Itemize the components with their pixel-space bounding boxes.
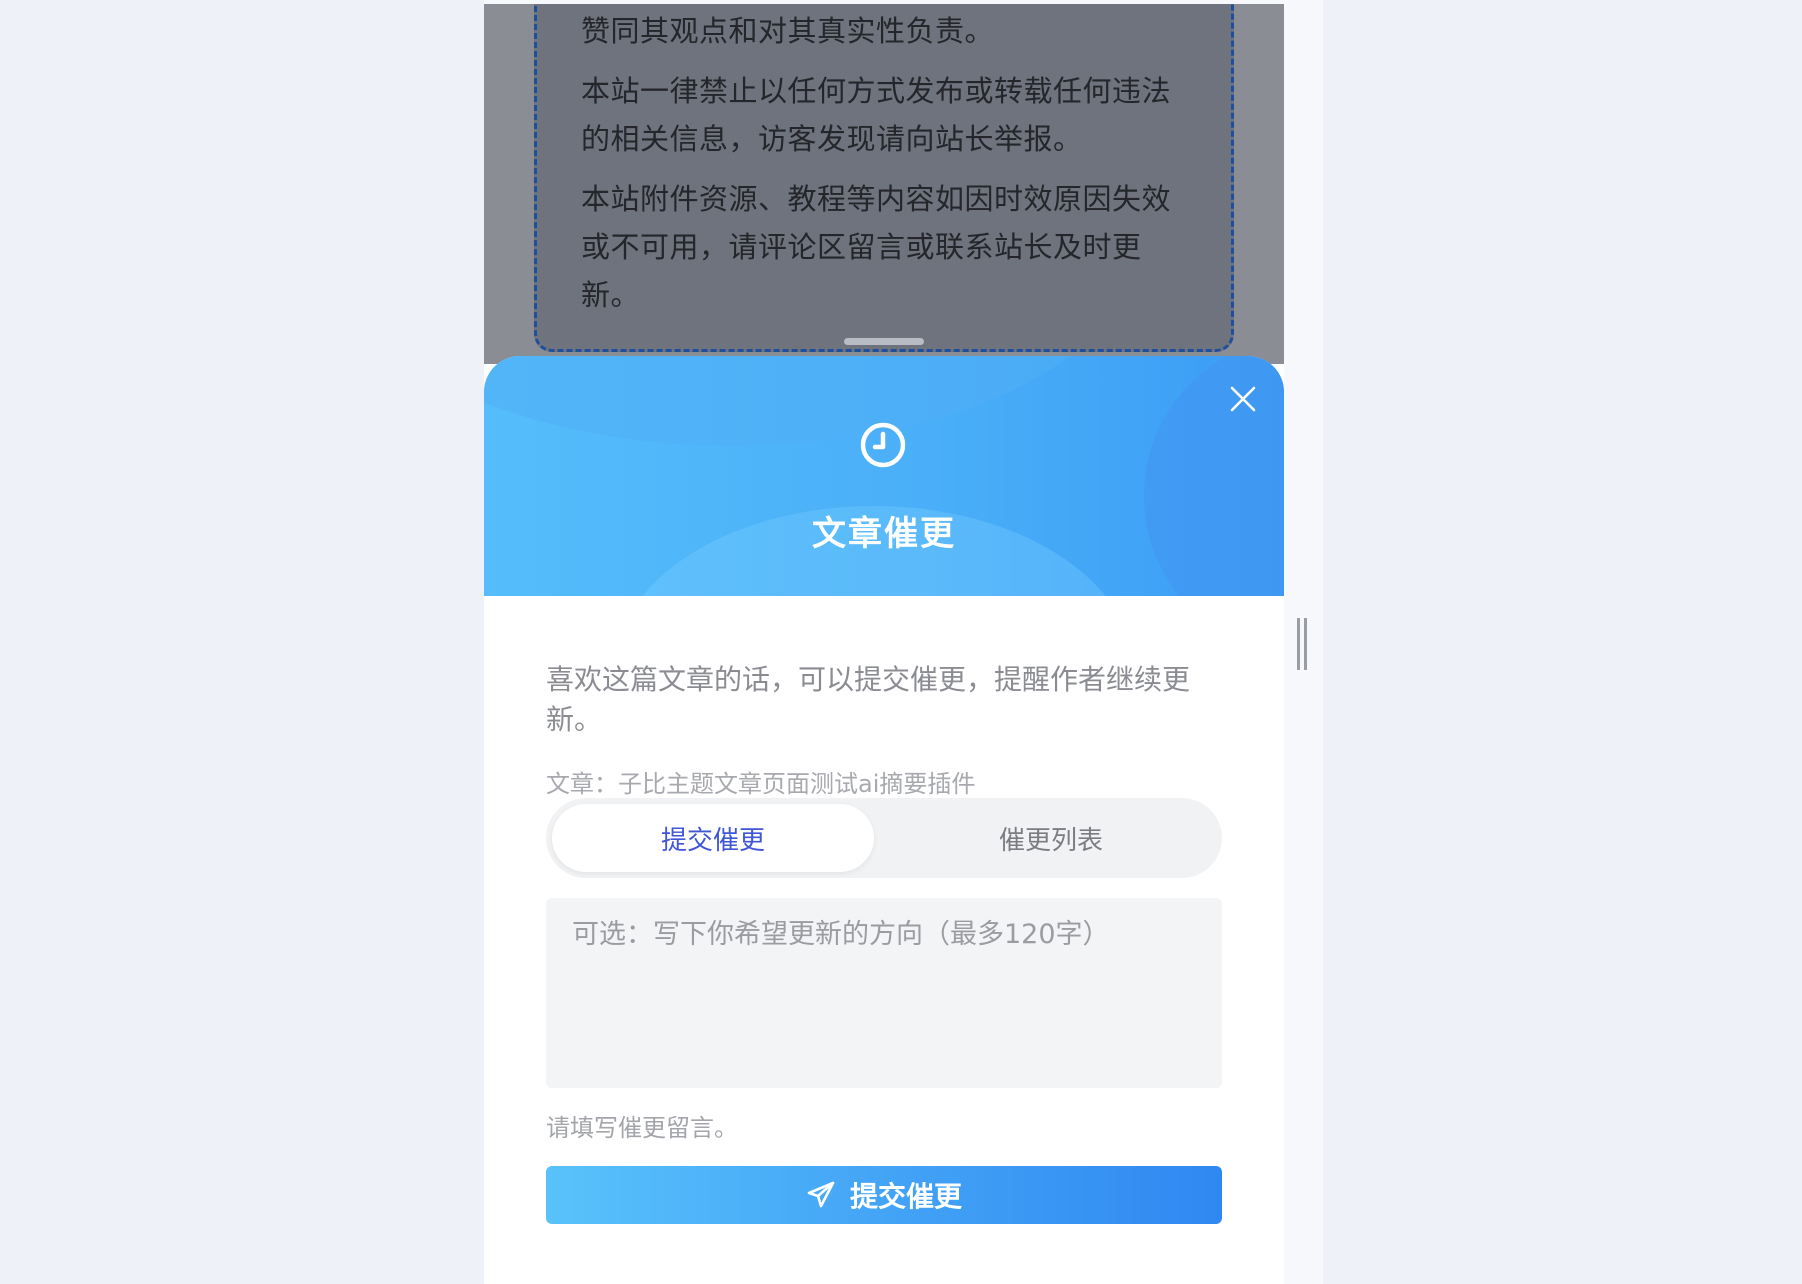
article-notice-box: 赞同其观点和对其真实性负责。 本站一律禁止以任何方式发布或转载任何违法的相关信息…: [534, 4, 1234, 352]
header-decoration: [1144, 356, 1284, 596]
paper-plane-icon: [807, 1181, 835, 1208]
intro-text: 喜欢这篇文章的话，可以提交催更，提醒作者继续更新。: [546, 663, 1191, 736]
tab-switcher: 提交催更 催更列表: [546, 798, 1222, 878]
article-reference: 文章：子比主题文章页面测试ai摘要插件: [546, 770, 976, 798]
tab-submit-urge[interactable]: 提交催更: [552, 804, 874, 872]
submit-urge-button[interactable]: 提交催更: [546, 1166, 1222, 1224]
mobile-viewport: 赞同其观点和对其真实性负责。 本站一律禁止以任何方式发布或转载任何违法的相关信息…: [484, 4, 1284, 1284]
validation-hint: 请填写催更留言。: [546, 1114, 738, 1142]
header-decoration: [484, 356, 1144, 446]
tab-urge-list[interactable]: 催更列表: [890, 804, 1212, 872]
sheet-title: 文章催更: [812, 514, 956, 554]
urge-update-sheet: 文章催更 喜欢这篇文章的话，可以提交催更，提醒作者继续更新。 文章：子比主题文章…: [484, 356, 1284, 1284]
submit-button-label: 提交催更: [849, 1180, 962, 1213]
sheet-drag-handle[interactable]: [844, 338, 924, 345]
notice-paragraph-1: 赞同其观点和对其真实性负责。: [581, 14, 995, 48]
urge-message-input[interactable]: [546, 898, 1222, 1088]
notice-paragraph-2: 本站一律禁止以任何方式发布或转载任何违法的相关信息，访客发现请向站长举报。: [581, 74, 1172, 156]
clock-icon: [860, 422, 906, 468]
article-backdrop: 赞同其观点和对其真实性负责。 本站一律禁止以任何方式发布或转载任何违法的相关信息…: [484, 4, 1284, 364]
sheet-header: 文章催更: [484, 356, 1284, 596]
close-icon: [1230, 386, 1256, 412]
notice-paragraph-3: 本站附件资源、教程等内容如因时效原因失效或不可用，请评论区留言或联系站长及时更新…: [581, 182, 1172, 312]
close-button[interactable]: [1224, 380, 1262, 418]
resize-scroll-handle[interactable]: [1297, 618, 1307, 670]
